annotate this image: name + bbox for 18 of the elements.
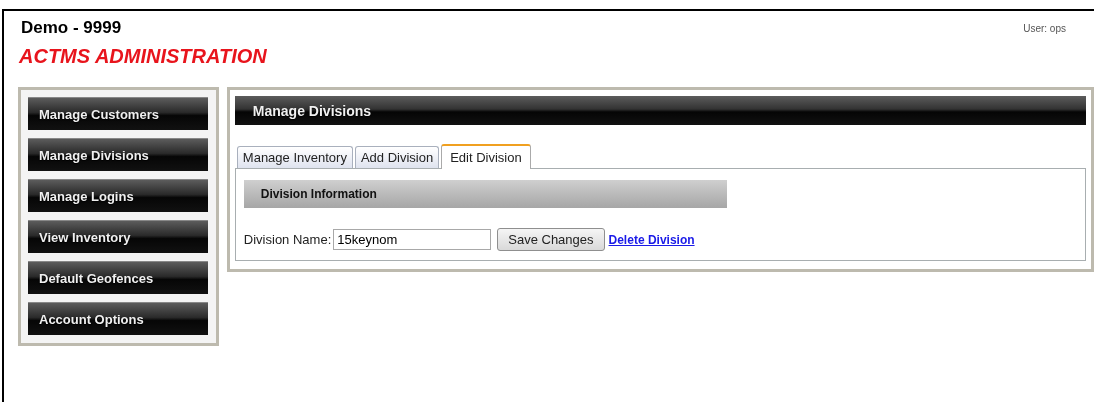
panel-header: Manage Divisions <box>234 96 1086 125</box>
division-name-field[interactable]: 15keynom <box>333 229 492 250</box>
save-changes-button[interactable]: Save Changes <box>497 228 605 251</box>
nav-button[interactable]: Default Geofences <box>28 261 208 294</box>
section-header: Division Information <box>243 180 727 208</box>
site-title: Demo - 9999 <box>20 18 123 38</box>
field-label: Division Name: <box>243 232 332 247</box>
delete-division-link[interactable]: Delete Division <box>608 232 695 247</box>
tab[interactable]: Manage Inventory <box>236 146 353 168</box>
tab[interactable]: Edit Division <box>441 144 531 169</box>
nav-button[interactable]: Manage Logins <box>28 179 208 212</box>
app-title: ACTMS ADMINISTRATION <box>19 45 267 68</box>
nav-button[interactable]: Manage Customers <box>28 97 208 130</box>
tab[interactable]: Add Division <box>354 146 440 168</box>
user-label: User: ops <box>1023 23 1066 36</box>
nav-button[interactable]: Account Options <box>28 302 208 335</box>
nav-button[interactable]: Manage Divisions <box>28 138 208 171</box>
nav-button[interactable]: View Inventory <box>28 220 208 253</box>
